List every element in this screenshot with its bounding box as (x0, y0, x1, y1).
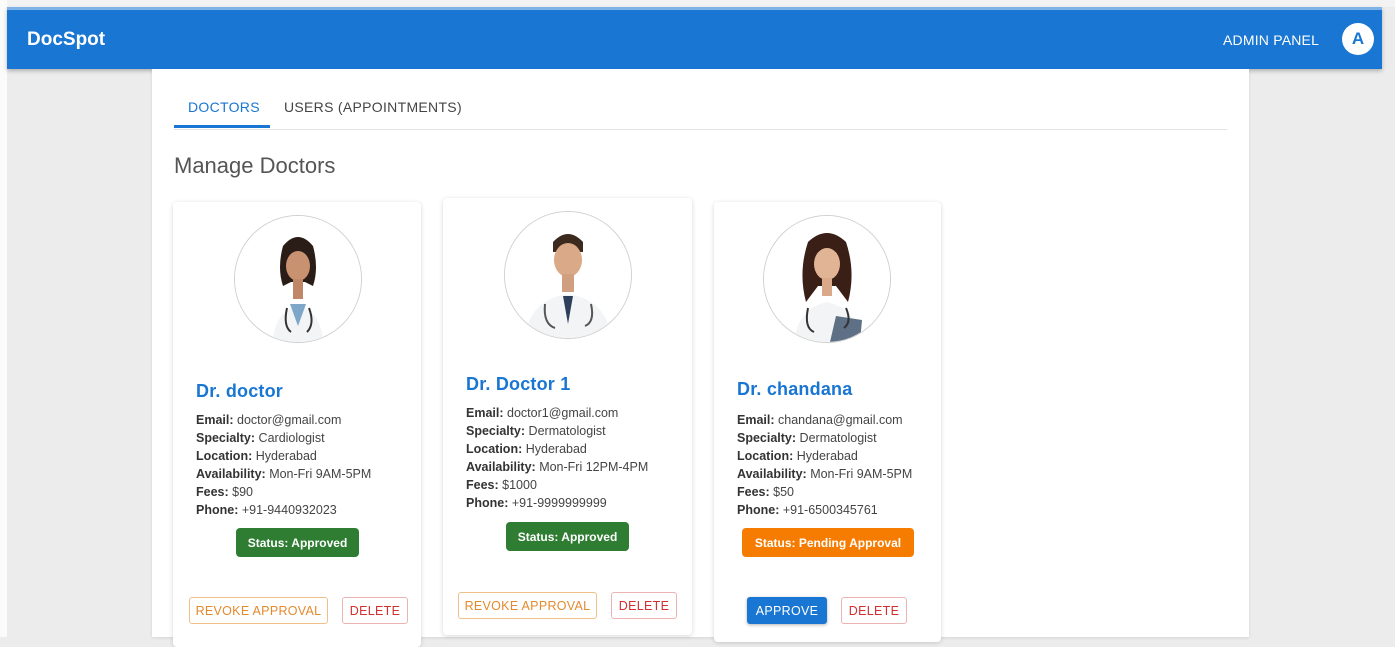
app-bar: DocSpot ADMIN PANEL A (7, 7, 1382, 69)
fees-value: $1000 (502, 478, 537, 492)
fees-row: Fees: $50 (737, 483, 912, 501)
doctor-card: Dr. chandana Email: chandana@gmail.com S… (714, 202, 941, 642)
location-row: Location: Hyderabad (466, 440, 648, 458)
female-doctor-portrait-icon (764, 216, 890, 342)
phone-value: +91-6500345761 (782, 503, 878, 517)
doctor-card: Dr. Doctor 1 Email: doctor1@gmail.com Sp… (443, 198, 692, 635)
revoke-approval-button[interactable]: REVOKE APPROVAL (458, 592, 597, 619)
availability-value: Mon-Fri 9AM-5PM (810, 467, 913, 481)
specialty-value: Dermatologist (799, 431, 877, 445)
availability-value: Mon-Fri 12PM-4PM (539, 460, 649, 474)
email-row: Email: doctor@gmail.com (196, 411, 371, 429)
phone-row: Phone: +91-9999999999 (466, 494, 648, 512)
email-row: Email: doctor1@gmail.com (466, 404, 648, 422)
delete-button[interactable]: DELETE (342, 597, 408, 624)
status-badge: Status: Pending Approval (742, 528, 914, 557)
revoke-approval-button[interactable]: REVOKE APPROVAL (189, 597, 328, 624)
tab-bar: DOCTORS USERS (APPOINTMENTS) (174, 69, 1227, 130)
status-badge: Status: Approved (236, 528, 359, 557)
specialty-row: Specialty: Dermatologist (737, 429, 912, 447)
phone-label: Phone: (196, 503, 239, 517)
tab-doctors[interactable]: DOCTORS (188, 99, 260, 115)
admin-panel-label[interactable]: ADMIN PANEL (1223, 32, 1319, 48)
active-tab-indicator (174, 125, 270, 128)
specialty-row: Specialty: Dermatologist (466, 422, 648, 440)
user-avatar[interactable]: A (1342, 23, 1374, 55)
fees-value: $90 (232, 485, 253, 499)
doctor-name: Dr. chandana (737, 379, 853, 399)
location-value: Hyderabad (796, 449, 858, 463)
app-bar-top-line (7, 7, 1382, 10)
top-strip (0, 0, 1395, 7)
fees-value: $50 (773, 485, 794, 499)
male-doctor-portrait-icon (505, 212, 631, 338)
availability-label: Availability: (196, 467, 266, 481)
phone-row: Phone: +91-9440932023 (196, 501, 371, 519)
email-label: Email: (737, 413, 775, 427)
doctor-photo (763, 215, 891, 343)
availability-row: Availability: Mon-Fri 12PM-4PM (466, 458, 648, 476)
email-row: Email: chandana@gmail.com (737, 411, 912, 429)
specialty-row: Specialty: Cardiologist (196, 429, 371, 447)
doctor-card: Dr. doctor Email: doctor@gmail.com Speci… (173, 202, 421, 647)
email-value: chandana@gmail.com (778, 413, 903, 427)
location-row: Location: Hyderabad (737, 447, 912, 465)
location-label: Location: (466, 442, 523, 456)
phone-value: +91-9440932023 (241, 503, 337, 517)
fees-label: Fees: (466, 478, 499, 492)
email-value: doctor1@gmail.com (507, 406, 619, 420)
location-label: Location: (737, 449, 794, 463)
fees-label: Fees: (737, 485, 770, 499)
availability-row: Availability: Mon-Fri 9AM-5PM (196, 465, 371, 483)
email-value: doctor@gmail.com (237, 413, 342, 427)
fees-label: Fees: (196, 485, 229, 499)
availability-label: Availability: (737, 467, 807, 481)
doctor-name: Dr. doctor (196, 381, 284, 401)
phone-row: Phone: +91-6500345761 (737, 501, 912, 519)
doctor-details: Email: doctor1@gmail.com Specialty: Derm… (466, 404, 648, 512)
availability-value: Mon-Fri 9AM-5PM (269, 467, 372, 481)
email-label: Email: (196, 413, 234, 427)
doctor-details: Email: chandana@gmail.com Specialty: Der… (737, 411, 912, 519)
brand-logo[interactable]: DocSpot (27, 29, 105, 51)
doctor-details: Email: doctor@gmail.com Specialty: Cardi… (196, 411, 371, 519)
page-title: Manage Doctors (174, 153, 336, 178)
location-value: Hyderabad (525, 442, 587, 456)
phone-value: +91-9999999999 (511, 496, 607, 510)
availability-label: Availability: (466, 460, 536, 474)
fees-row: Fees: $1000 (466, 476, 648, 494)
phone-label: Phone: (466, 496, 509, 510)
specialty-label: Specialty: (196, 431, 256, 445)
main-panel: DOCTORS USERS (APPOINTMENTS) Manage Doct… (152, 69, 1249, 647)
doctor-photo (234, 215, 362, 343)
female-doctor-portrait-icon (235, 216, 361, 342)
left-strip (0, 0, 7, 637)
phone-label: Phone: (737, 503, 780, 517)
fees-row: Fees: $90 (196, 483, 371, 501)
email-label: Email: (466, 406, 504, 420)
doctor-name: Dr. Doctor 1 (466, 374, 571, 394)
location-value: Hyderabad (255, 449, 317, 463)
doctor-photo (504, 211, 632, 339)
tab-users-appointments[interactable]: USERS (APPOINTMENTS) (284, 99, 462, 115)
specialty-label: Specialty: (466, 424, 526, 438)
specialty-label: Specialty: (737, 431, 797, 445)
approve-button[interactable]: APPROVE (747, 597, 827, 624)
delete-button[interactable]: DELETE (841, 597, 907, 624)
specialty-value: Dermatologist (528, 424, 606, 438)
location-label: Location: (196, 449, 253, 463)
specialty-value: Cardiologist (258, 431, 325, 445)
delete-button[interactable]: DELETE (611, 592, 677, 619)
location-row: Location: Hyderabad (196, 447, 371, 465)
status-badge: Status: Approved (506, 522, 629, 551)
availability-row: Availability: Mon-Fri 9AM-5PM (737, 465, 912, 483)
